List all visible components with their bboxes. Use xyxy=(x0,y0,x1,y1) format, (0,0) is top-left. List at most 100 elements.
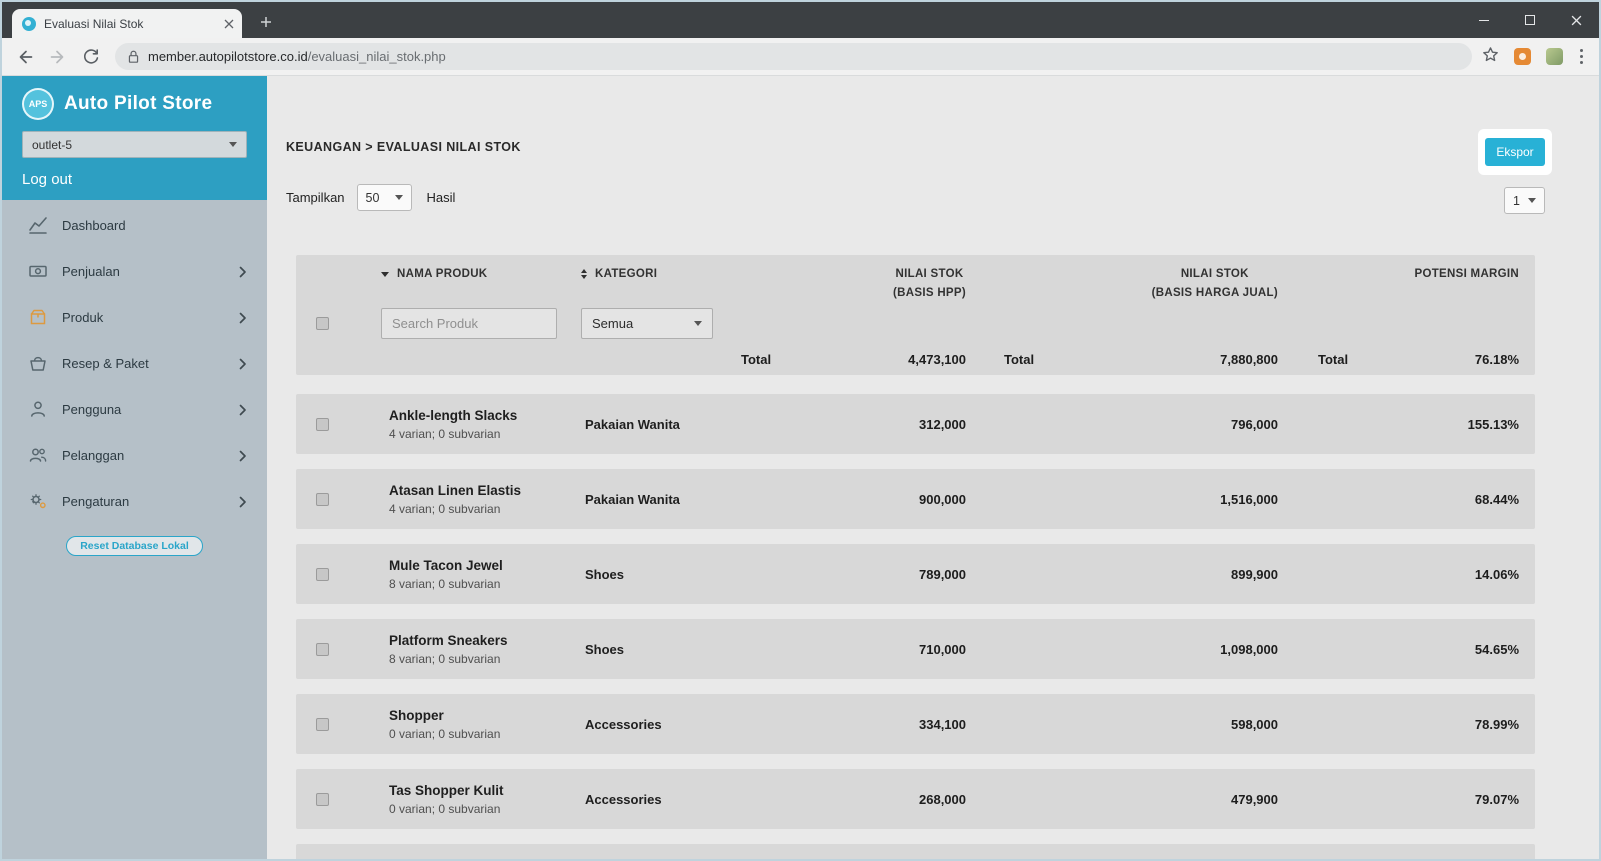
select-all-checkbox[interactable] xyxy=(316,317,329,330)
table-row[interactable]: Platform Sneakers 8 varian; 0 subvarian … xyxy=(296,619,1535,679)
margin-value: 14.06% xyxy=(1278,567,1535,582)
stock-hpp-value: 789,000 xyxy=(731,567,966,582)
chevron-right-icon xyxy=(239,311,247,329)
chevron-right-icon xyxy=(239,403,247,421)
browser-menu-icon[interactable] xyxy=(1578,47,1585,66)
page-select[interactable]: 1 xyxy=(1504,187,1545,214)
total-stock-jual: 7,880,800 xyxy=(1220,352,1278,367)
refresh-icon[interactable] xyxy=(78,44,104,70)
row-checkbox[interactable] xyxy=(316,418,329,431)
margin-value: 78.99% xyxy=(1278,717,1535,732)
export-highlight: Ekspor xyxy=(1478,129,1552,175)
category-filter-select[interactable]: Semua xyxy=(581,308,713,339)
basket-icon xyxy=(28,353,48,373)
close-button[interactable] xyxy=(1553,2,1599,38)
row-checkbox[interactable] xyxy=(316,493,329,506)
stock-hpp-value: 268,000 xyxy=(731,792,966,807)
reset-database-button[interactable]: Reset Database Lokal xyxy=(66,536,203,556)
chevron-down-icon xyxy=(694,321,702,326)
export-button[interactable]: Ekspor xyxy=(1485,138,1544,166)
sort-desc-icon[interactable] xyxy=(381,272,389,277)
sidebar-item-pengaturan[interactable]: Pengaturan xyxy=(2,478,267,524)
sidebar-item-pelanggan[interactable]: Pelanggan xyxy=(2,432,267,478)
sidebar-item-produk[interactable]: Produk xyxy=(2,294,267,340)
tab-close-icon[interactable] xyxy=(224,19,234,29)
chevron-down-icon xyxy=(395,195,403,200)
table-row[interactable]: Atasan Linen Elastis 4 varian; 0 subvari… xyxy=(296,469,1535,529)
breadcrumb: KEUANGAN > EVALUASI NILAI STOK xyxy=(286,140,1599,154)
back-icon[interactable] xyxy=(12,44,38,70)
browser-navbar: member.autopilotstore.co.id/evaluasi_nil… xyxy=(2,38,1599,76)
lock-icon xyxy=(127,49,140,64)
gear-icon xyxy=(28,491,48,511)
table-row[interactable]: Ankle-length Slacks 4 varian; 0 subvaria… xyxy=(296,394,1535,454)
chevron-right-icon xyxy=(239,495,247,513)
chevron-right-icon xyxy=(239,449,247,467)
stock-hpp-value: 710,000 xyxy=(731,642,966,657)
row-checkbox[interactable] xyxy=(316,568,329,581)
table-header: NAMA PRODUK KATEGORI NILAI STOK (BASIS H… xyxy=(296,255,1535,375)
results-label: Hasil xyxy=(427,190,456,205)
extension-icon-green[interactable] xyxy=(1546,48,1563,65)
outlet-value: outlet-5 xyxy=(32,138,72,152)
outlet-selector[interactable]: outlet-5 xyxy=(22,131,247,158)
stock-hpp-value: 900,000 xyxy=(731,492,966,507)
row-checkbox[interactable] xyxy=(316,643,329,656)
sales-icon xyxy=(28,261,48,281)
total-label: Total xyxy=(741,352,771,367)
chevron-right-icon xyxy=(239,265,247,283)
product-category: Pakaian Wanita xyxy=(581,492,731,507)
margin-value: 155.13% xyxy=(1278,417,1535,432)
product-name: Mule Tacon Jewel xyxy=(381,558,581,573)
main-content: KEUANGAN > EVALUASI NILAI STOK Ekspor Ta… xyxy=(267,76,1599,859)
brand-name: Auto Pilot Store xyxy=(64,93,212,115)
sidebar-item-pengguna[interactable]: Pengguna xyxy=(2,386,267,432)
dashboard-icon xyxy=(28,215,48,235)
window-controls xyxy=(1461,2,1599,38)
product-category: Pakaian Wanita xyxy=(581,417,731,432)
sidebar-item-dashboard[interactable]: Dashboard xyxy=(2,202,267,248)
col-stock-jual-label: NILAI STOK (BASIS HARGA JUAL) xyxy=(1152,267,1278,300)
col-category-label[interactable]: KATEGORI xyxy=(595,267,657,281)
col-margin-label: POTENSI MARGIN xyxy=(1414,268,1519,280)
product-box-icon xyxy=(28,307,48,327)
stock-jual-value: 796,000 xyxy=(966,417,1278,432)
table-body: Ankle-length Slacks 4 varian; 0 subvaria… xyxy=(296,394,1535,829)
brand-logo: APS xyxy=(22,88,54,120)
browser-window: Evaluasi Nilai Stok member.au xyxy=(0,0,1601,861)
row-checkbox[interactable] xyxy=(316,793,329,806)
row-checkbox[interactable] xyxy=(316,718,329,731)
sidebar: APS Auto Pilot Store outlet-5 Log out Da… xyxy=(2,76,267,859)
table-row[interactable]: Mule Tacon Jewel 8 varian; 0 subvarian S… xyxy=(296,544,1535,604)
logout-link[interactable]: Log out xyxy=(22,171,247,188)
product-name: Tas Shopper Kulit xyxy=(381,783,581,798)
margin-value: 54.65% xyxy=(1278,642,1535,657)
browser-tab[interactable]: Evaluasi Nilai Stok xyxy=(12,9,242,38)
stock-jual-value: 1,098,000 xyxy=(966,642,1278,657)
address-bar[interactable]: member.autopilotstore.co.id/evaluasi_nil… xyxy=(115,43,1472,70)
extension-icon-orange[interactable] xyxy=(1514,48,1531,65)
sidebar-menu: Dashboard Penjualan Produk xyxy=(2,200,267,556)
minimize-button[interactable] xyxy=(1461,2,1507,38)
product-search-input[interactable] xyxy=(381,308,557,339)
forward-icon[interactable] xyxy=(45,44,71,70)
sidebar-item-resep-paket[interactable]: Resep & Paket xyxy=(2,340,267,386)
table-row-partial xyxy=(296,844,1535,859)
product-category: Shoes xyxy=(581,567,731,582)
sidebar-item-penjualan[interactable]: Penjualan xyxy=(2,248,267,294)
new-tab-button[interactable] xyxy=(252,8,280,36)
stock-jual-value: 899,900 xyxy=(966,567,1278,582)
table-row[interactable]: Shopper 0 varian; 0 subvarian Accessorie… xyxy=(296,694,1535,754)
show-label: Tampilkan xyxy=(286,190,345,205)
maximize-button[interactable] xyxy=(1507,2,1553,38)
col-product-label[interactable]: NAMA PRODUK xyxy=(397,267,487,281)
chevron-right-icon xyxy=(239,357,247,375)
product-variants: 8 varian; 0 subvarian xyxy=(381,652,581,666)
bookmark-star-icon[interactable] xyxy=(1482,46,1499,68)
total-margin: 76.18% xyxy=(1475,352,1519,367)
user-icon xyxy=(28,399,48,419)
table-row[interactable]: Tas Shopper Kulit 0 varian; 0 subvarian … xyxy=(296,769,1535,829)
product-name: Atasan Linen Elastis xyxy=(381,483,581,498)
sort-icon[interactable] xyxy=(581,269,587,279)
page-size-select[interactable]: 50 xyxy=(357,184,412,211)
